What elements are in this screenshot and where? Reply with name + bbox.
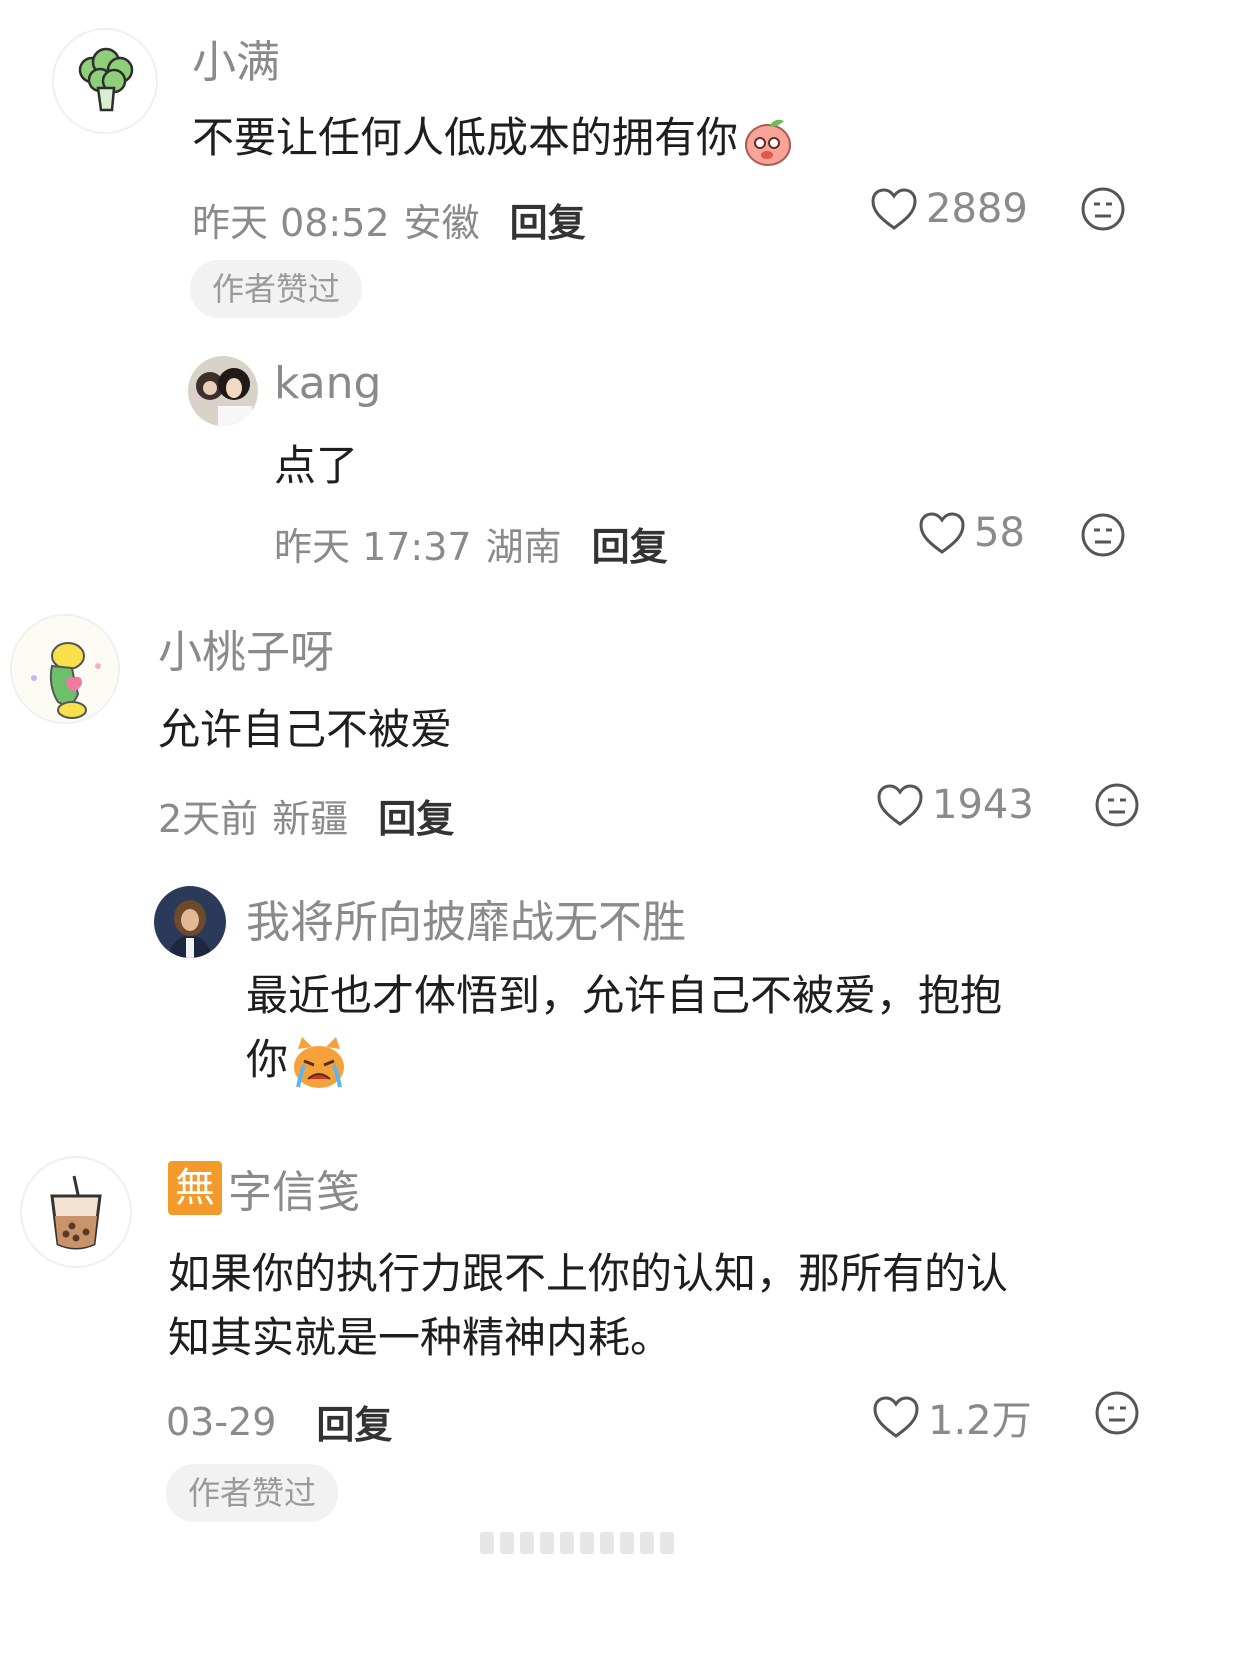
like-count: 2889 <box>926 186 1028 232</box>
reply-text-line1: 最近也才体悟到，允许自己不被爱，抱抱 <box>246 971 1003 1020</box>
like-count: 58 <box>974 510 1025 556</box>
reply-button[interactable]: 回复 <box>592 516 668 571</box>
heart-icon <box>919 512 965 554</box>
crying-cat-emoji-icon <box>294 1036 345 1088</box>
like-button[interactable]: 1.2万 <box>872 1388 1032 1446</box>
comment-username[interactable]: 小桃子呀 <box>158 616 334 680</box>
heart-icon <box>877 784 923 826</box>
reply-time: 昨天 17:37 <box>274 525 472 569</box>
dislike-face-icon[interactable] <box>1094 1390 1140 1436</box>
user-badge: 無 <box>168 1161 222 1215</box>
cartoon-duck-icon <box>12 616 118 722</box>
avatar[interactable] <box>188 356 258 426</box>
reply-username[interactable]: kang <box>274 358 382 409</box>
dislike-face-icon[interactable] <box>1080 186 1126 232</box>
like-button[interactable]: 58 <box>918 510 1025 556</box>
like-button[interactable]: 2889 <box>870 186 1028 232</box>
comment-text-line2: 知其实就是一种精神内耗。 <box>168 1313 673 1362</box>
author-liked-badge: 作者赞过 <box>166 1464 339 1522</box>
avatar[interactable] <box>10 614 120 724</box>
dislike-face-icon[interactable] <box>1094 782 1140 828</box>
avatar[interactable] <box>154 886 226 958</box>
avatar[interactable] <box>52 28 158 134</box>
reply-text: 点了 <box>274 441 359 490</box>
reply-text-line2: 你 <box>246 1026 348 1091</box>
comment-location: 安徽 <box>403 201 480 245</box>
like-count: 1.2万 <box>928 1398 1032 1444</box>
avatar[interactable] <box>20 1156 132 1268</box>
heart-icon <box>871 188 917 230</box>
comment-text-line1: 如果你的执行力跟不上你的认知，那所有的认 <box>168 1249 1009 1298</box>
reply-button[interactable]: 回复 <box>510 192 586 247</box>
watermark <box>480 1526 690 1560</box>
reply-text-tail: 你 <box>246 1035 289 1084</box>
comment-text: 不要让任何人低成本的拥有你 <box>192 104 796 169</box>
comment-meta: 昨天 08:52 安徽 回复 <box>192 192 586 247</box>
heart-icon <box>873 1396 919 1438</box>
username-text: 字信笺 <box>228 1167 360 1218</box>
reply-location: 湖南 <box>485 525 562 569</box>
like-button[interactable]: 1943 <box>876 782 1034 828</box>
dislike-face-icon[interactable] <box>1080 512 1126 558</box>
comment-meta: 03-29 回复 <box>166 1394 392 1449</box>
bubble-tea-icon <box>50 1175 102 1250</box>
reply-meta: 昨天 17:37 湖南 回复 <box>274 516 668 571</box>
comment-time: 2天前 <box>158 797 259 841</box>
author-liked-badge: 作者赞过 <box>190 260 363 318</box>
comment-username[interactable]: 無字信笺 <box>168 1156 360 1220</box>
comment-meta: 2天前 新疆 回复 <box>158 788 454 843</box>
like-count: 1943 <box>932 782 1034 828</box>
comment-location: 新疆 <box>272 797 349 841</box>
reply-button[interactable]: 回复 <box>378 788 454 843</box>
comment-time: 03-29 <box>166 1399 277 1444</box>
reply-button[interactable]: 回复 <box>316 1394 392 1449</box>
peach-emoji-icon <box>745 119 792 166</box>
comment-time: 昨天 08:52 <box>192 201 390 245</box>
comment-text: 允许自己不被爱 <box>158 705 453 754</box>
reply-username[interactable]: 我将所向披靡战无不胜 <box>246 886 686 950</box>
comment-username[interactable]: 小满 <box>192 26 280 90</box>
comment-text-body: 不要让任何人低成本的拥有你 <box>192 113 739 162</box>
user-photo-icon <box>154 886 226 958</box>
user-photo-icon <box>188 356 258 426</box>
broccoli-icon <box>78 47 134 112</box>
